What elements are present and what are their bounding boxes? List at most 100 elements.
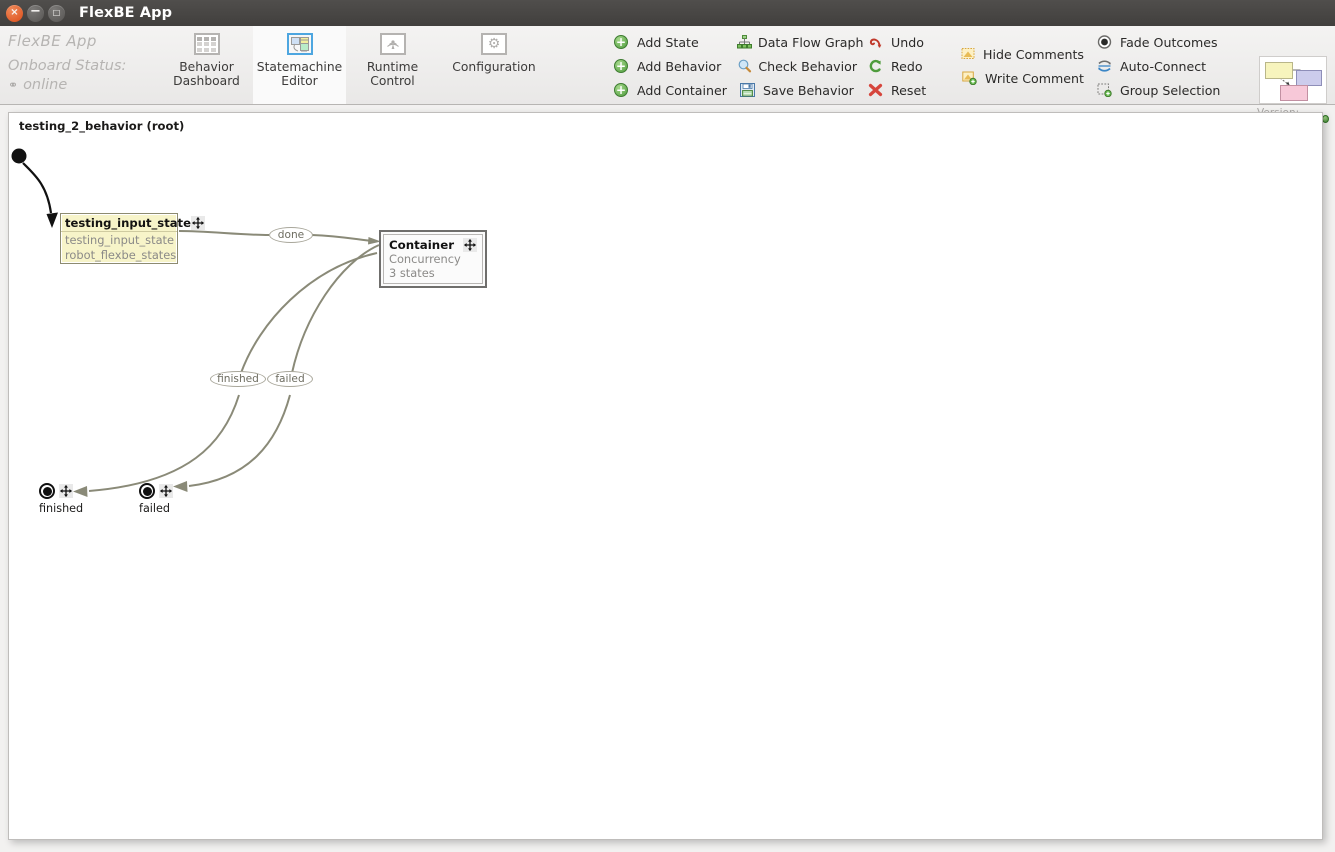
state-node-body: testing_input_state robot_flexbe_states (61, 232, 177, 267)
magnifier-icon (737, 59, 752, 73)
add-state-button[interactable]: + Add State (611, 30, 731, 54)
link-icon: ⚭ (8, 78, 16, 92)
tab-label-line1: Configuration (452, 60, 535, 74)
tab-configuration[interactable]: ⚙ Configuration (439, 26, 549, 104)
redo-button[interactable]: Redo (865, 54, 945, 78)
hide-comments-label: Hide Comments (983, 47, 1084, 62)
reset-label: Reset (891, 83, 926, 98)
add-actions-group: + Add State + Add Behavior + Add Contain… (611, 26, 731, 104)
broadcast-icon (380, 33, 406, 55)
transition-label-finished[interactable]: finished (210, 371, 266, 387)
reset-button[interactable]: Reset (865, 78, 945, 102)
group-selection-label: Group Selection (1120, 83, 1220, 98)
outcome-label: failed (139, 502, 173, 515)
group-selection-button[interactable]: Group Selection (1094, 78, 1244, 102)
transition-label-done[interactable]: done (269, 227, 313, 243)
tools-actions-group: Data Flow Graph Check Behavior (737, 26, 857, 104)
plus-circle-icon: + (611, 83, 631, 97)
options-actions-group: Fade Outcomes Auto-Connect (1094, 26, 1244, 104)
tab-label-line2: Editor (281, 74, 317, 88)
outcome-label: finished (39, 502, 83, 515)
write-comment-icon (959, 71, 979, 85)
start-node (12, 149, 27, 164)
redo-label: Redo (891, 59, 923, 74)
state-node-testing-input-state[interactable]: testing_input_state testing_input_state … (60, 213, 178, 264)
undo-button[interactable]: Undo (865, 30, 945, 54)
floppy-disk-icon (737, 83, 757, 97)
window-title: FlexBE App (79, 5, 172, 21)
statemachine-canvas[interactable]: testing_2_behavior (root) testing_in (8, 112, 1323, 840)
group-selection-icon (1094, 83, 1114, 97)
tab-label-line2: Control (370, 74, 414, 88)
onboard-status-label: Onboard Status: (8, 58, 160, 74)
tab-label-line1: Runtime (367, 60, 418, 74)
fade-outcomes-label: Fade Outcomes (1120, 35, 1218, 50)
tab-label-line2: Dashboard (173, 74, 240, 88)
redo-arrow-icon (865, 59, 885, 73)
write-comment-button[interactable]: Write Comment (959, 66, 1084, 90)
save-behavior-label: Save Behavior (763, 83, 854, 98)
check-behavior-label: Check Behavior (758, 59, 857, 74)
onboard-status-value: online (23, 77, 67, 93)
add-behavior-button[interactable]: + Add Behavior (611, 54, 731, 78)
data-flow-graph-button[interactable]: Data Flow Graph (737, 30, 857, 54)
comments-actions-group: Hide Comments Write Comment (959, 26, 1084, 104)
outcome-failed[interactable]: failed (139, 483, 173, 515)
state-node-class: testing_input_state (65, 233, 173, 248)
behavior-preview-thumbnail (1259, 56, 1327, 104)
tab-label-line1: Behavior (179, 60, 234, 74)
radio-filled-icon (1094, 35, 1114, 49)
plus-circle-icon: + (611, 59, 631, 73)
state-node-title: testing_input_state (65, 216, 191, 230)
minimize-icon[interactable]: − (27, 5, 44, 22)
undo-label: Undo (891, 35, 924, 50)
auto-connect-label: Auto-Connect (1120, 59, 1206, 74)
move-handle-icon[interactable] (191, 216, 205, 230)
tab-statemachine-editor[interactable]: Statemachine Editor (253, 26, 346, 104)
data-flow-graph-label: Data Flow Graph (758, 35, 863, 50)
add-container-label: Add Container (637, 83, 727, 98)
transition-edges (9, 113, 1323, 840)
container-node-header: Container (389, 238, 477, 252)
auto-connect-icon (1094, 59, 1114, 73)
tab-label-line1: Statemachine (257, 60, 342, 74)
state-node-header: testing_input_state (61, 214, 177, 232)
container-node-count: 3 states (389, 266, 477, 280)
view-tabs: Behavior Dashboard Statemachine Edito (160, 26, 549, 104)
move-handle-icon[interactable] (59, 484, 73, 498)
container-node-title: Container (389, 238, 454, 252)
container-node-type: Concurrency (389, 252, 477, 266)
onboard-status-value-row: ⚭ online (8, 77, 160, 93)
state-node-package: robot_flexbe_states (65, 248, 173, 263)
window-controls: × − □ (6, 5, 65, 22)
outcome-finished[interactable]: finished (39, 483, 83, 515)
move-handle-icon[interactable] (159, 484, 173, 498)
tab-runtime-control[interactable]: Runtime Control (346, 26, 439, 104)
tab-behavior-dashboard[interactable]: Behavior Dashboard (160, 26, 253, 104)
grid-icon (194, 33, 220, 55)
save-behavior-button[interactable]: Save Behavior (737, 78, 857, 102)
hide-comment-icon (959, 47, 977, 61)
maximize-icon[interactable]: □ (48, 5, 65, 22)
move-handle-icon[interactable] (463, 238, 477, 252)
auto-connect-button[interactable]: Auto-Connect (1094, 54, 1244, 78)
hide-comments-button[interactable]: Hide Comments (959, 42, 1084, 66)
plus-circle-icon: + (611, 35, 631, 49)
dataflow-icon (737, 35, 752, 49)
write-comment-label: Write Comment (985, 71, 1084, 86)
add-behavior-label: Add Behavior (637, 59, 721, 74)
transition-label-failed[interactable]: failed (267, 371, 313, 387)
close-icon[interactable]: × (6, 5, 23, 22)
outcome-terminal-icon (139, 483, 155, 499)
red-cross-icon (865, 83, 885, 97)
flexbe-app-window: × − □ FlexBE App FlexBE App Onboard Stat… (0, 0, 1335, 852)
container-node[interactable]: Container Concurrency 3 states (379, 230, 487, 288)
window-titlebar: × − □ FlexBE App (0, 0, 1335, 27)
statemachine-icon (287, 33, 313, 55)
add-container-button[interactable]: + Add Container (611, 78, 731, 102)
history-actions-group: Undo Redo Reset (865, 26, 945, 104)
fade-outcomes-button[interactable]: Fade Outcomes (1094, 30, 1244, 54)
check-behavior-button[interactable]: Check Behavior (737, 54, 857, 78)
undo-arrow-icon (865, 35, 885, 49)
app-name-label: FlexBE App (8, 32, 160, 50)
